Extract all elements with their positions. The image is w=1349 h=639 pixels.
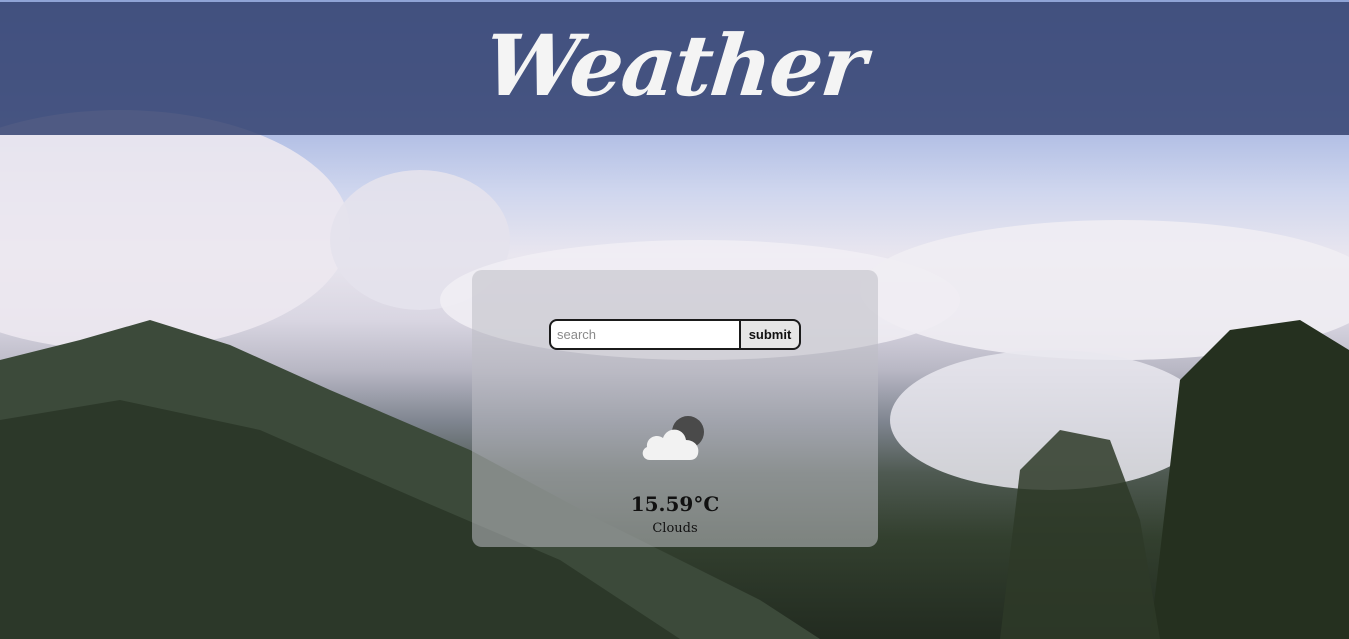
cloudy-night-icon	[642, 416, 704, 460]
weather-description: Clouds	[652, 521, 698, 536]
temperature-value: 15.59°C	[630, 492, 720, 516]
weather-app-page: Weather submit 15.59°C Clouds	[0, 0, 1349, 639]
weather-card: submit 15.59°C Clouds	[472, 270, 878, 547]
search-form: submit	[549, 319, 801, 350]
weather-logo-title: Weather	[479, 16, 870, 115]
search-input[interactable]	[549, 319, 741, 350]
site-header: Weather	[0, 2, 1349, 135]
submit-button[interactable]: submit	[741, 319, 801, 350]
